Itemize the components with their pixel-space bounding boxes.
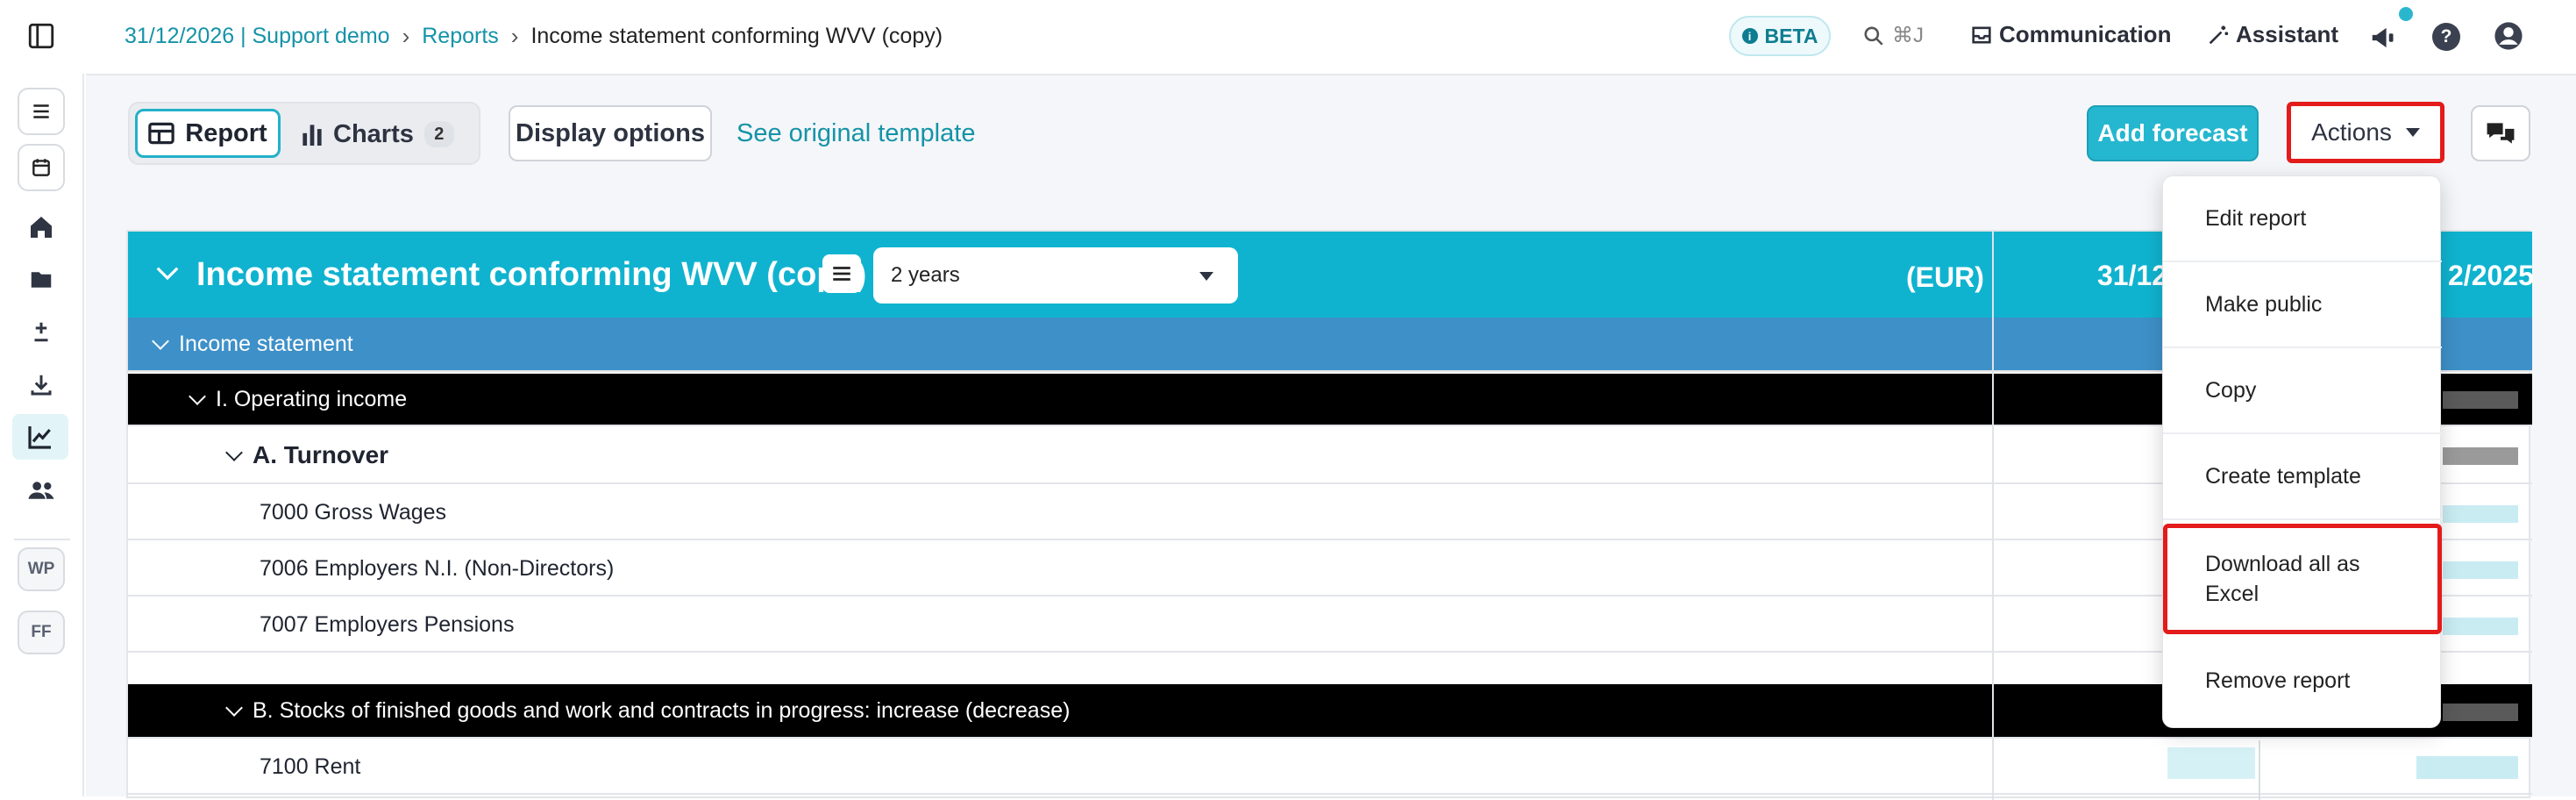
- users-icon[interactable]: [25, 474, 58, 507]
- chevron-down-icon: [225, 699, 243, 717]
- redacted-value: [2443, 561, 2518, 579]
- tab-charts[interactable]: Charts 2: [302, 114, 454, 154]
- caret-down-icon: [2405, 128, 2420, 137]
- charts-count-badge: 2: [423, 121, 454, 147]
- column-date-1: 31/12: [2097, 260, 2168, 291]
- assistant-button[interactable]: Assistant: [2206, 21, 2338, 48]
- chevron-down-icon[interactable]: [154, 263, 181, 284]
- assistant-label: Assistant: [2236, 21, 2339, 47]
- add-forecast-button[interactable]: Add forecast: [2087, 105, 2259, 161]
- actions-label: Actions: [2311, 118, 2392, 146]
- help-icon[interactable]: ?: [2432, 23, 2460, 51]
- info-icon: i: [1741, 28, 1758, 44]
- menu-item-make-public[interactable]: Make public: [2163, 262, 2442, 348]
- chevron-down-icon: [225, 444, 243, 461]
- workspace-ff-badge[interactable]: FF: [18, 611, 65, 654]
- chat-bubbles-icon: [2487, 123, 2515, 144]
- redacted-value: [2443, 505, 2518, 523]
- download-icon[interactable]: [25, 368, 58, 402]
- currency-label: (EUR): [1906, 261, 1984, 293]
- row-label: 7007 Employers Pensions: [260, 611, 515, 637]
- breadcrumb-reports-link[interactable]: Reports: [422, 24, 499, 49]
- calendar-icon: [32, 159, 50, 176]
- plus-minus-icon[interactable]: [25, 316, 58, 349]
- report-menu-button[interactable]: [822, 254, 861, 293]
- row-label: B. Stocks of finished goods and work and…: [253, 697, 1071, 723]
- menu-item-download-excel[interactable]: Download all as Excel: [2163, 524, 2442, 634]
- display-options-button[interactable]: Display options: [509, 105, 712, 161]
- magic-wand-icon: [2209, 25, 2229, 44]
- redacted-value: [2443, 391, 2518, 409]
- actions-dropdown-menu: Edit report Make public Copy Create temp…: [2162, 175, 2442, 728]
- user-avatar-icon[interactable]: [2494, 21, 2523, 51]
- menu-button[interactable]: [18, 88, 65, 135]
- chevron-down-icon: [152, 332, 169, 350]
- calendar-button[interactable]: [18, 144, 65, 191]
- redacted-value: [2443, 704, 2518, 721]
- breadcrumb-company-link[interactable]: 31/12/2026 | Support demo: [125, 24, 390, 49]
- search-button[interactable]: ⌘J: [1862, 23, 1924, 48]
- reports-chart-icon[interactable]: [12, 414, 68, 460]
- tab-charts-label: Charts: [333, 119, 414, 148]
- folder-icon[interactable]: [25, 263, 58, 296]
- view-tabs: Report Charts 2: [128, 102, 480, 165]
- home-icon[interactable]: [25, 211, 58, 244]
- menu-icon: [833, 267, 850, 281]
- menu-icon: [33, 104, 49, 118]
- period-select-value: 2 years: [891, 263, 960, 287]
- communication-button[interactable]: Communication: [1969, 21, 2171, 48]
- top-bar: 31/12/2026 | Support demo › Reports › In…: [0, 0, 2576, 74]
- chevron-right-icon: ›: [510, 23, 519, 49]
- row-label: Income statement: [179, 331, 353, 356]
- notification-dot: [2399, 7, 2413, 21]
- inbox-icon: [1972, 26, 1991, 43]
- actions-button[interactable]: Actions: [2287, 102, 2444, 163]
- caret-down-icon: [1199, 272, 1213, 281]
- menu-item-copy[interactable]: Copy: [2163, 348, 2442, 434]
- sidebar-toggle-icon[interactable]: [26, 21, 56, 51]
- beta-badge[interactable]: i BETA: [1729, 16, 1831, 56]
- comments-button[interactable]: [2471, 105, 2530, 161]
- column-divider: [1992, 232, 1994, 800]
- left-rail: WP FF: [0, 74, 84, 796]
- row-label: I. Operating income: [216, 386, 408, 411]
- row-label: 7000 Gross Wages: [260, 499, 447, 525]
- tab-report[interactable]: Report: [135, 109, 281, 158]
- redacted-value: [2443, 447, 2518, 465]
- communication-label: Communication: [1999, 21, 2172, 47]
- breadcrumb: 31/12/2026 | Support demo › Reports › In…: [125, 23, 943, 50]
- redacted-value: [2416, 756, 2518, 779]
- chevron-down-icon: [189, 388, 206, 405]
- redacted-value: [2167, 747, 2255, 779]
- breadcrumb-current: Income statement conforming WVV (copy): [530, 24, 943, 48]
- search-shortcut: ⌘J: [1892, 24, 1924, 47]
- workspace-wp-badge[interactable]: WP: [18, 547, 65, 591]
- table-icon: [148, 122, 175, 145]
- chevron-right-icon: ›: [402, 23, 410, 49]
- row-label: 7006 Employers N.I. (Non-Directors): [260, 555, 615, 581]
- tab-report-label: Report: [185, 118, 267, 147]
- rail-divider: [14, 539, 70, 540]
- period-select[interactable]: 2 years: [873, 247, 1238, 304]
- bar-chart-icon: [302, 125, 322, 146]
- column-date-2: 2/2025: [2448, 260, 2534, 291]
- see-original-template-link[interactable]: See original template: [737, 119, 975, 148]
- megaphone-icon[interactable]: [2367, 21, 2402, 54]
- row-label: A. Turnover: [253, 441, 389, 468]
- column-divider: [2259, 740, 2260, 800]
- redacted-value: [2443, 618, 2518, 635]
- report-title: Income statement conforming WVV (copy): [196, 256, 867, 293]
- menu-item-remove-report[interactable]: Remove report: [2163, 638, 2442, 724]
- menu-item-edit-report[interactable]: Edit report: [2163, 176, 2442, 262]
- search-icon: [1864, 25, 1883, 46]
- row-label: 7100 Rent: [260, 754, 361, 779]
- beta-label: BETA: [1764, 24, 1818, 47]
- menu-item-create-template[interactable]: Create template: [2163, 434, 2442, 520]
